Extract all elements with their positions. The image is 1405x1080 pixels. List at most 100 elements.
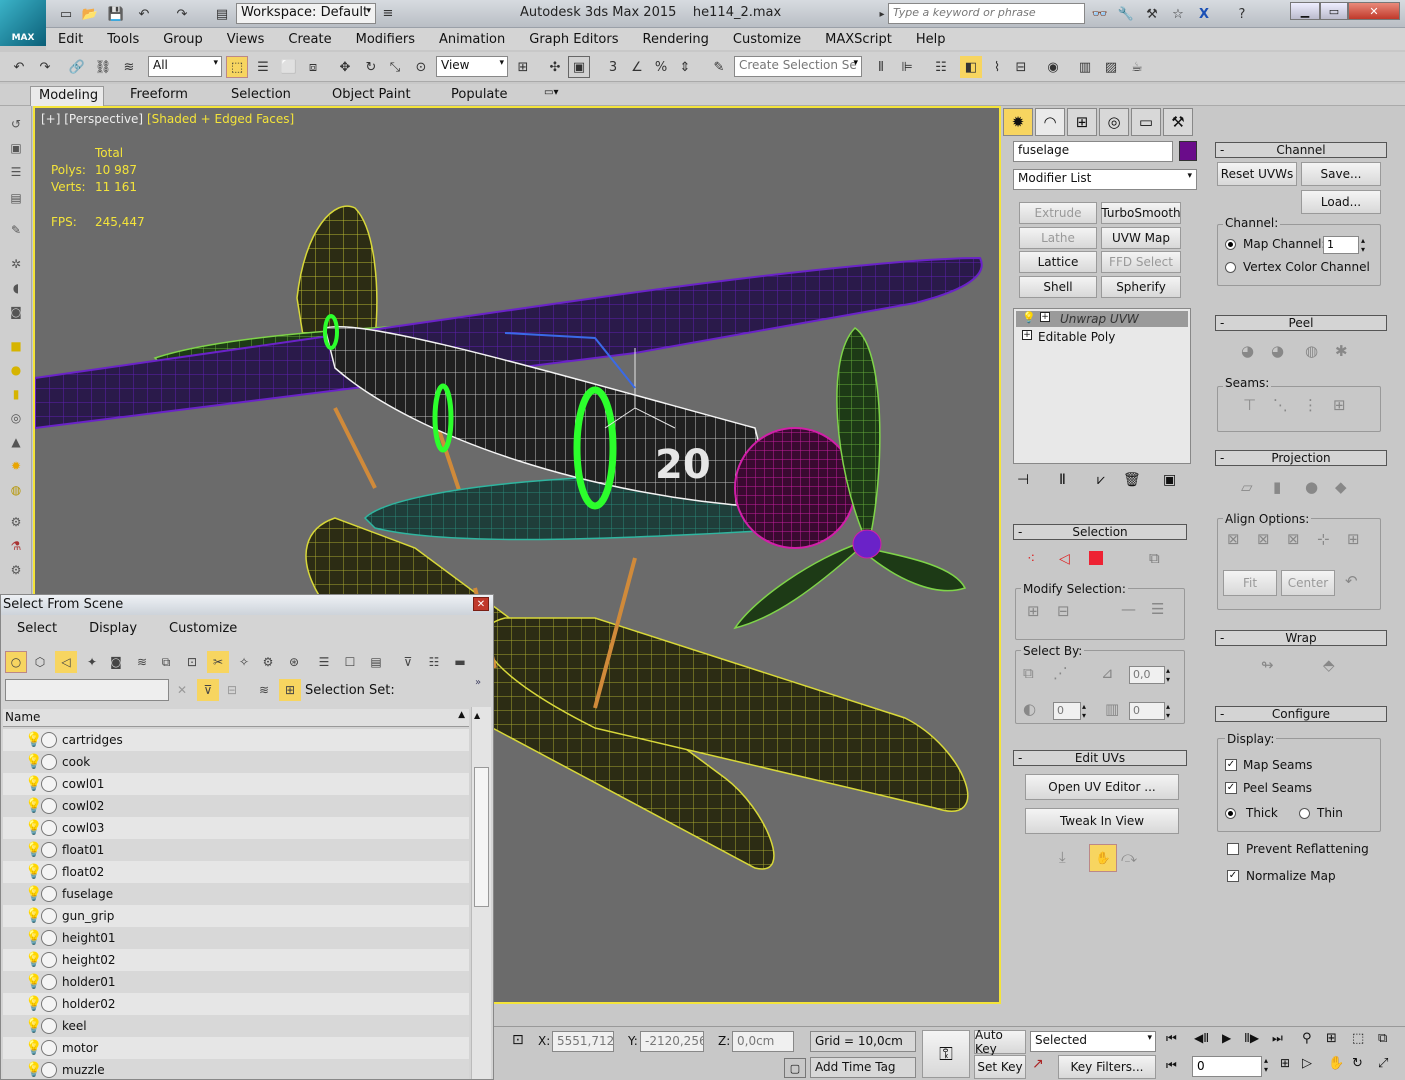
menu-animation[interactable]: Animation [427, 32, 517, 47]
open-uv-editor-button[interactable]: Open UV Editor ... [1025, 774, 1179, 800]
named-selection-dropdown[interactable]: Create Selection Se ▾ [734, 56, 862, 77]
align-x-icon[interactable]: ⊠ [1227, 530, 1240, 548]
ribbon-tab-populate[interactable]: Populate [443, 86, 516, 106]
select-by-angle-icon[interactable]: ⋰ [1053, 664, 1068, 682]
convert-edge-seams-icon[interactable]: ⋮ [1303, 396, 1318, 414]
display-tab-icon[interactable]: ▭ [1131, 108, 1161, 136]
rect-selection-icon[interactable]: ⬜ [278, 56, 300, 78]
add-time-tag-button[interactable]: Add Time Tag [810, 1057, 916, 1078]
uvw-map-button[interactable]: UVW Map [1101, 227, 1181, 249]
thick-radio[interactable] [1225, 808, 1236, 819]
play-icon[interactable]: ▶ [1222, 1031, 1231, 1045]
select-invert-icon[interactable]: ▤ [365, 651, 387, 673]
edit-uvs-rollout-header[interactable]: - Edit UVs [1013, 750, 1187, 766]
unlink-icon[interactable]: ⛓ [92, 56, 114, 78]
list-item[interactable]: 💡 muzzle [3, 1059, 469, 1079]
selection-rollout-header[interactable]: - Selection [1013, 524, 1187, 540]
dynamics-icon[interactable]: ⚗ [6, 536, 26, 556]
particle-icon[interactable]: ✲ [6, 254, 26, 274]
freeze-toggle-icon[interactable] [41, 842, 57, 858]
list-item[interactable]: 💡 cartridges [3, 729, 469, 751]
peel-rollout-header[interactable]: - Peel [1215, 315, 1387, 331]
modifier-list-dropdown[interactable]: Modifier List ▾ [1013, 169, 1197, 190]
reset-peel-icon[interactable]: ◍ [1305, 342, 1318, 360]
expand-icon[interactable]: + [1022, 330, 1032, 340]
time-tag-icon[interactable]: ▢ [784, 1058, 806, 1078]
rendered-frame-icon[interactable]: ▨ [1100, 56, 1122, 78]
loop-icon[interactable]: ☰ [1151, 600, 1164, 618]
planar-map-icon[interactable]: ▱ [1241, 478, 1253, 496]
prevent-reflattening-checkbox[interactable] [1227, 843, 1239, 855]
cylindrical-map-icon[interactable]: ▮ [1273, 478, 1281, 496]
freeze-toggle-icon[interactable] [41, 820, 57, 836]
align-icon[interactable]: ⊫ [896, 56, 918, 78]
key-selection-dropdown[interactable]: Selected ▾ [1030, 1031, 1156, 1052]
lightbulb-icon[interactable]: 💡 [25, 842, 42, 858]
clear-find-icon[interactable]: ✕ [171, 679, 193, 701]
lathe-button[interactable]: Lathe [1019, 227, 1097, 249]
edit-named-sets-icon[interactable]: ✎ [708, 56, 730, 78]
rotate-icon[interactable]: ↻ [360, 56, 382, 78]
select-by-smoothing-icon[interactable]: ◐ [1023, 700, 1036, 718]
quick-peel-icon[interactable]: ⤓ [1059, 848, 1066, 866]
list-item[interactable]: 💡 holder02 [3, 993, 469, 1015]
field-of-view-icon[interactable]: ▷ [1302, 1056, 1312, 1071]
lightbulb-icon[interactable]: 💡 [25, 1040, 42, 1056]
projection-rollout-header[interactable]: - Projection [1215, 450, 1387, 466]
move-icon[interactable]: ✥ [334, 56, 356, 78]
freeze-toggle-icon[interactable] [41, 886, 57, 902]
grow-icon[interactable]: ⊞ [1027, 602, 1040, 620]
lightbulb-icon[interactable]: 💡 [25, 930, 42, 946]
freeze-toggle-icon[interactable] [41, 776, 57, 792]
help-icon[interactable]: ? [1232, 4, 1252, 24]
select-none-icon[interactable]: ☐ [339, 651, 361, 673]
ribbon-tab-selection[interactable]: Selection [223, 86, 299, 106]
quick-peel-tool-icon[interactable]: ◕ [1241, 342, 1254, 360]
shell-button[interactable]: Shell [1019, 276, 1097, 298]
workspace-dropdown[interactable]: Workspace: Default ▾ [236, 3, 376, 24]
thin-radio[interactable] [1299, 808, 1310, 819]
reset-projection-icon[interactable]: ↶ [1345, 572, 1358, 590]
subscription-icon[interactable]: ⚒ [1142, 4, 1162, 24]
display-cameras-icon[interactable]: ◙ [105, 651, 127, 673]
find-filter-icon[interactable]: ⊽ [197, 679, 219, 701]
viewport-menu[interactable]: [+] [41, 112, 60, 126]
geosphere-icon[interactable]: ◍ [6, 480, 26, 500]
ffd-select-button[interactable]: FFD Select [1101, 251, 1181, 273]
system-icon[interactable]: ⚙ [6, 560, 26, 580]
spinner-arrows-icon[interactable]: ▴ ▾ [1166, 702, 1170, 720]
next-frame-icon[interactable]: Ⅱ▶ [1244, 1031, 1259, 1045]
list-item[interactable]: 💡 height01 [3, 927, 469, 949]
favorites-star-icon[interactable]: ☆ [1168, 4, 1188, 24]
scroll-up-icon[interactable]: ▲ [474, 711, 480, 720]
freeze-toggle-icon[interactable] [41, 930, 57, 946]
lightbulb-icon[interactable]: 💡 [25, 754, 42, 770]
turbosmooth-button[interactable]: TurboSmooth [1101, 202, 1181, 224]
create-tab-icon[interactable]: ✹ [1003, 108, 1033, 136]
menu-customize[interactable]: Customize [721, 32, 813, 47]
auto-key-button[interactable]: Auto Key [974, 1028, 1026, 1056]
undo-icon[interactable]: ↶ [134, 4, 154, 24]
sun-light-icon[interactable]: ✹ [6, 456, 26, 476]
pin-vertices-icon[interactable]: ✱ [1335, 342, 1348, 360]
workspace-menu-icon[interactable]: ≡ [378, 3, 398, 23]
list-item[interactable]: 💡 holder01 [3, 971, 469, 993]
redo-icon[interactable]: ↷ [172, 4, 192, 24]
element-icon[interactable]: ⧉ [1149, 549, 1160, 567]
reset-uvws-button[interactable]: Reset UVWs [1217, 162, 1297, 186]
list-item[interactable]: 💡 float02 [3, 861, 469, 883]
freeze-toggle-icon[interactable] [41, 1062, 57, 1078]
object-color-swatch[interactable] [1179, 141, 1197, 161]
cylinder-icon[interactable]: ▮ [6, 384, 26, 404]
render-setup-icon[interactable]: ▥ [1074, 56, 1096, 78]
stack-item-unwrap[interactable]: 💡 + Unwrap UVW [1016, 311, 1188, 327]
zoom-extents-all-icon[interactable]: ⧉ [1378, 1031, 1387, 1046]
extrude-button[interactable]: Extrude [1019, 202, 1097, 224]
map-channel-spinner[interactable]: 1 [1323, 236, 1359, 254]
cone-icon[interactable]: ▲ [6, 432, 26, 452]
dialog-menu-select[interactable]: Select [1, 619, 73, 641]
spinner-arrows-icon[interactable]: ▴ ▾ [1166, 666, 1170, 684]
list-item[interactable]: 💡 cook [3, 751, 469, 773]
exchange-x-icon[interactable]: X [1194, 4, 1214, 24]
close-window-button[interactable]: ✕ [1348, 2, 1400, 20]
